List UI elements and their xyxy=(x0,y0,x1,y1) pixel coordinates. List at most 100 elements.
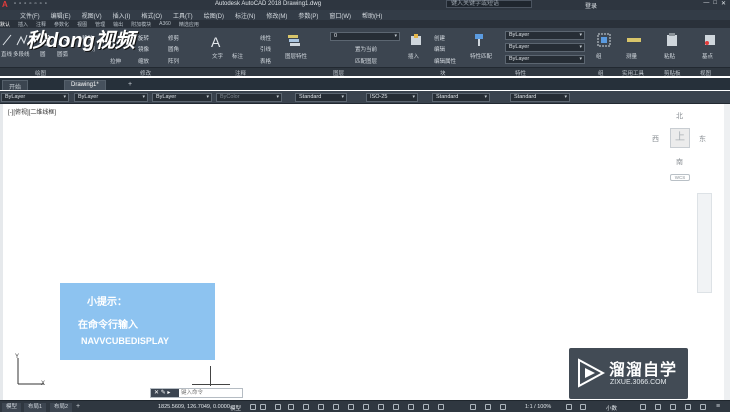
menu-tools[interactable]: 工具(T) xyxy=(173,11,193,20)
panel-layers[interactable]: 图层 xyxy=(333,69,344,77)
measure-button[interactable]: 测量 xyxy=(626,52,637,60)
menu-file[interactable]: 文件(F) xyxy=(20,11,40,20)
viewcube-east[interactable]: 东 xyxy=(699,134,706,144)
object-snap-tracking-icon[interactable] xyxy=(318,404,324,410)
wcs-menu[interactable]: WCS xyxy=(670,174,690,181)
set-current-button[interactable]: 置为当前 xyxy=(355,45,377,53)
isodraft-icon[interactable] xyxy=(303,404,309,410)
3d-osnap-icon[interactable] xyxy=(393,404,399,410)
navigation-bar[interactable] xyxy=(697,193,712,293)
layer-properties-button[interactable]: 图层特性 xyxy=(285,52,307,60)
menu-window[interactable]: 窗口(W) xyxy=(329,11,351,20)
auto-scale-icon[interactable] xyxy=(485,404,491,410)
match-properties-button[interactable]: 特性匹配 xyxy=(470,52,492,60)
clean-screen-icon[interactable] xyxy=(700,404,706,410)
color-dropdown[interactable]: ByLayer xyxy=(505,31,585,40)
lineweight-control[interactable]: ByLayer xyxy=(152,93,212,102)
command-input[interactable] xyxy=(181,389,241,397)
mirror-button[interactable]: 镜像 xyxy=(138,45,149,53)
match-layer-button[interactable]: 匹配图层 xyxy=(355,57,377,65)
polar-icon[interactable] xyxy=(288,404,294,410)
isolate-objects-icon[interactable] xyxy=(670,404,676,410)
grid-icon[interactable] xyxy=(250,404,256,410)
stretch-button[interactable]: 拉伸 xyxy=(110,57,121,65)
array-button[interactable]: 阵列 xyxy=(168,57,179,65)
menu-parametric[interactable]: 参数(P) xyxy=(298,11,318,20)
dynamic-ucs-icon[interactable] xyxy=(408,404,414,410)
line-button[interactable]: 直线 xyxy=(1,50,12,58)
annotation-monitor-icon[interactable] xyxy=(580,404,586,410)
menu-format[interactable]: 格式(O) xyxy=(141,11,162,20)
selection-filter-icon[interactable] xyxy=(423,404,429,410)
menu-modify[interactable]: 修改(M) xyxy=(266,11,287,20)
panel-draw[interactable]: 绘图 xyxy=(35,69,46,77)
dim-style-control[interactable]: ISO-25 xyxy=(366,93,418,102)
table-button[interactable]: 表格 xyxy=(260,57,271,65)
annotation-scale-icon[interactable] xyxy=(500,404,506,410)
new-tab-button[interactable]: + xyxy=(128,81,132,88)
viewcube-south[interactable]: 南 xyxy=(676,157,683,167)
menu-draw[interactable]: 绘图(D) xyxy=(204,11,224,20)
tab-model[interactable]: 模型 xyxy=(2,403,22,412)
sign-in-button[interactable]: 登录 xyxy=(585,1,597,10)
object-snap-icon[interactable] xyxy=(333,404,339,410)
workspace-icon[interactable] xyxy=(566,404,572,410)
mleader-style-control[interactable]: Standard xyxy=(510,93,570,102)
plotstyle-control[interactable]: ByColor xyxy=(216,93,282,102)
minimize-button[interactable]: — xyxy=(703,0,709,7)
panel-annotation[interactable]: 注释 xyxy=(235,69,246,77)
menu-view[interactable]: 视图(V) xyxy=(82,11,102,20)
panel-utilities[interactable]: 实用工具 xyxy=(622,69,644,77)
tab-layout2[interactable]: 布局2 xyxy=(50,403,73,412)
viewcube-north[interactable]: 北 xyxy=(676,111,683,121)
customization-icon[interactable]: ≡ xyxy=(716,403,720,410)
base-point-button[interactable]: 基点 xyxy=(702,52,713,60)
text-button[interactable]: 文字 xyxy=(212,52,223,60)
panel-groups[interactable]: 组 xyxy=(598,69,604,77)
edit-block-button[interactable]: 编辑 xyxy=(434,45,445,53)
color-control[interactable]: ByLayer xyxy=(1,93,69,102)
text-style-control[interactable]: Standard xyxy=(295,93,347,102)
vertical-scrollbar[interactable] xyxy=(724,104,730,400)
lock-ui-icon[interactable] xyxy=(655,404,661,410)
panel-modify[interactable]: 修改 xyxy=(140,69,151,77)
tab-a360[interactable]: A360 xyxy=(159,21,171,27)
layer-dropdown[interactable]: 0 xyxy=(330,32,400,41)
lineweight-dropdown[interactable]: ByLayer xyxy=(505,55,585,64)
viewcube[interactable]: 北 西 东 南 上 WCS xyxy=(648,108,710,184)
scale-button[interactable]: 缩放 xyxy=(138,57,149,65)
trim-button[interactable]: 修剪 xyxy=(168,34,179,42)
tab-layout1[interactable]: 布局1 xyxy=(24,403,47,412)
group-button[interactable]: 组 xyxy=(596,52,602,60)
panel-clipboard[interactable]: 剪贴板 xyxy=(664,69,681,77)
tab-default[interactable]: 默认 xyxy=(0,21,10,28)
quick-access-toolbar[interactable]: ▫▫▫▫▫▫▫ xyxy=(14,1,50,7)
gizmo-icon[interactable] xyxy=(438,404,444,410)
panel-block[interactable]: 块 xyxy=(440,69,446,77)
tab-drawing1[interactable]: Drawing1* xyxy=(64,80,106,90)
transparency-icon[interactable] xyxy=(363,404,369,410)
paste-button[interactable]: 粘贴 xyxy=(664,52,675,60)
tab-start[interactable]: 开始 xyxy=(2,80,29,91)
annotation-visibility-icon[interactable] xyxy=(470,404,476,410)
linear-button[interactable]: 线性 xyxy=(260,34,271,42)
tab-featured-apps[interactable]: 精选应用 xyxy=(179,21,199,28)
command-line-buttons[interactable]: ✕ ✎ ▸ xyxy=(151,389,179,397)
add-layout-button[interactable]: + xyxy=(76,403,80,410)
menu-edit[interactable]: 编辑(E) xyxy=(51,11,71,20)
viewport-controls-label[interactable]: [-][俯视][二维线框] xyxy=(8,107,56,116)
model-space-button[interactable]: 模型 xyxy=(230,404,241,412)
linetype-dropdown[interactable]: ByLayer xyxy=(505,43,585,52)
dimension-button[interactable]: 标注 xyxy=(232,52,243,60)
panel-properties[interactable]: 特性 xyxy=(515,69,526,77)
linetype-control[interactable]: ByLayer xyxy=(74,93,148,102)
search-input[interactable]: 键入关键字或短语 xyxy=(446,0,532,8)
fillet-button[interactable]: 圆角 xyxy=(168,45,179,53)
annotation-scale[interactable]: 1:1 / 100% xyxy=(525,404,551,410)
viewcube-top-face[interactable]: 上 xyxy=(670,128,690,148)
app-menu-icon[interactable]: A xyxy=(2,0,8,9)
ortho-icon[interactable] xyxy=(275,404,281,410)
table-style-control[interactable]: Standard xyxy=(432,93,490,102)
hardware-acceleration-icon[interactable] xyxy=(685,404,691,410)
selection-cycling-icon[interactable] xyxy=(378,404,384,410)
